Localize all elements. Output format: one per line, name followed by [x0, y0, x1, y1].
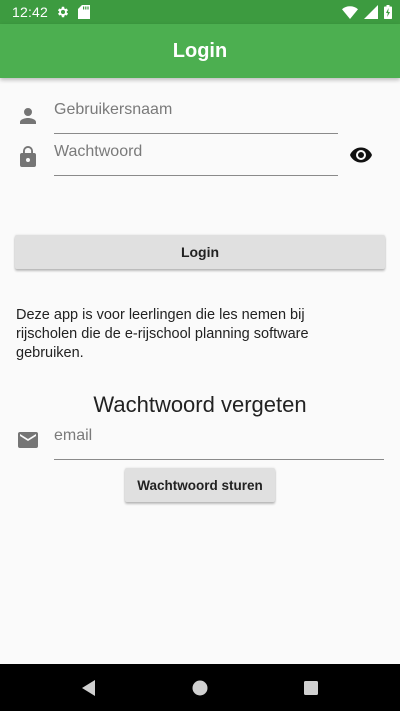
status-bar: 12:42 [0, 0, 400, 24]
wifi-icon [342, 5, 358, 19]
screen: 12:42 Login Gebruikersnaam Login Deze ap… [0, 0, 400, 711]
email-row [0, 420, 400, 464]
gear-icon [56, 5, 70, 19]
app-bar: Login [0, 24, 400, 78]
home-icon[interactable] [189, 677, 211, 699]
username-input[interactable] [54, 94, 338, 134]
eye-icon[interactable] [348, 142, 374, 168]
login-button[interactable]: Login [15, 235, 385, 269]
username-row [0, 94, 400, 138]
sd-card-icon [78, 5, 91, 19]
page-title: Login [172, 39, 228, 62]
send-password-button[interactable]: Wachtwoord sturen [125, 468, 275, 502]
person-icon [16, 104, 40, 128]
info-text: Deze app is voor leerlingen die les neme… [16, 307, 309, 361]
navigation-bar [0, 664, 400, 711]
mail-icon [16, 428, 40, 452]
lock-icon [16, 145, 40, 169]
back-icon[interactable] [78, 677, 100, 699]
recents-icon[interactable] [300, 677, 322, 699]
forgot-password-heading: Wachtwoord vergeten [93, 392, 307, 417]
signal-icon [364, 5, 378, 19]
battery-charging-icon [384, 5, 392, 19]
status-time: 12:42 [12, 4, 49, 20]
email-input[interactable] [54, 420, 384, 460]
password-row [0, 136, 400, 180]
password-input[interactable] [54, 136, 338, 176]
